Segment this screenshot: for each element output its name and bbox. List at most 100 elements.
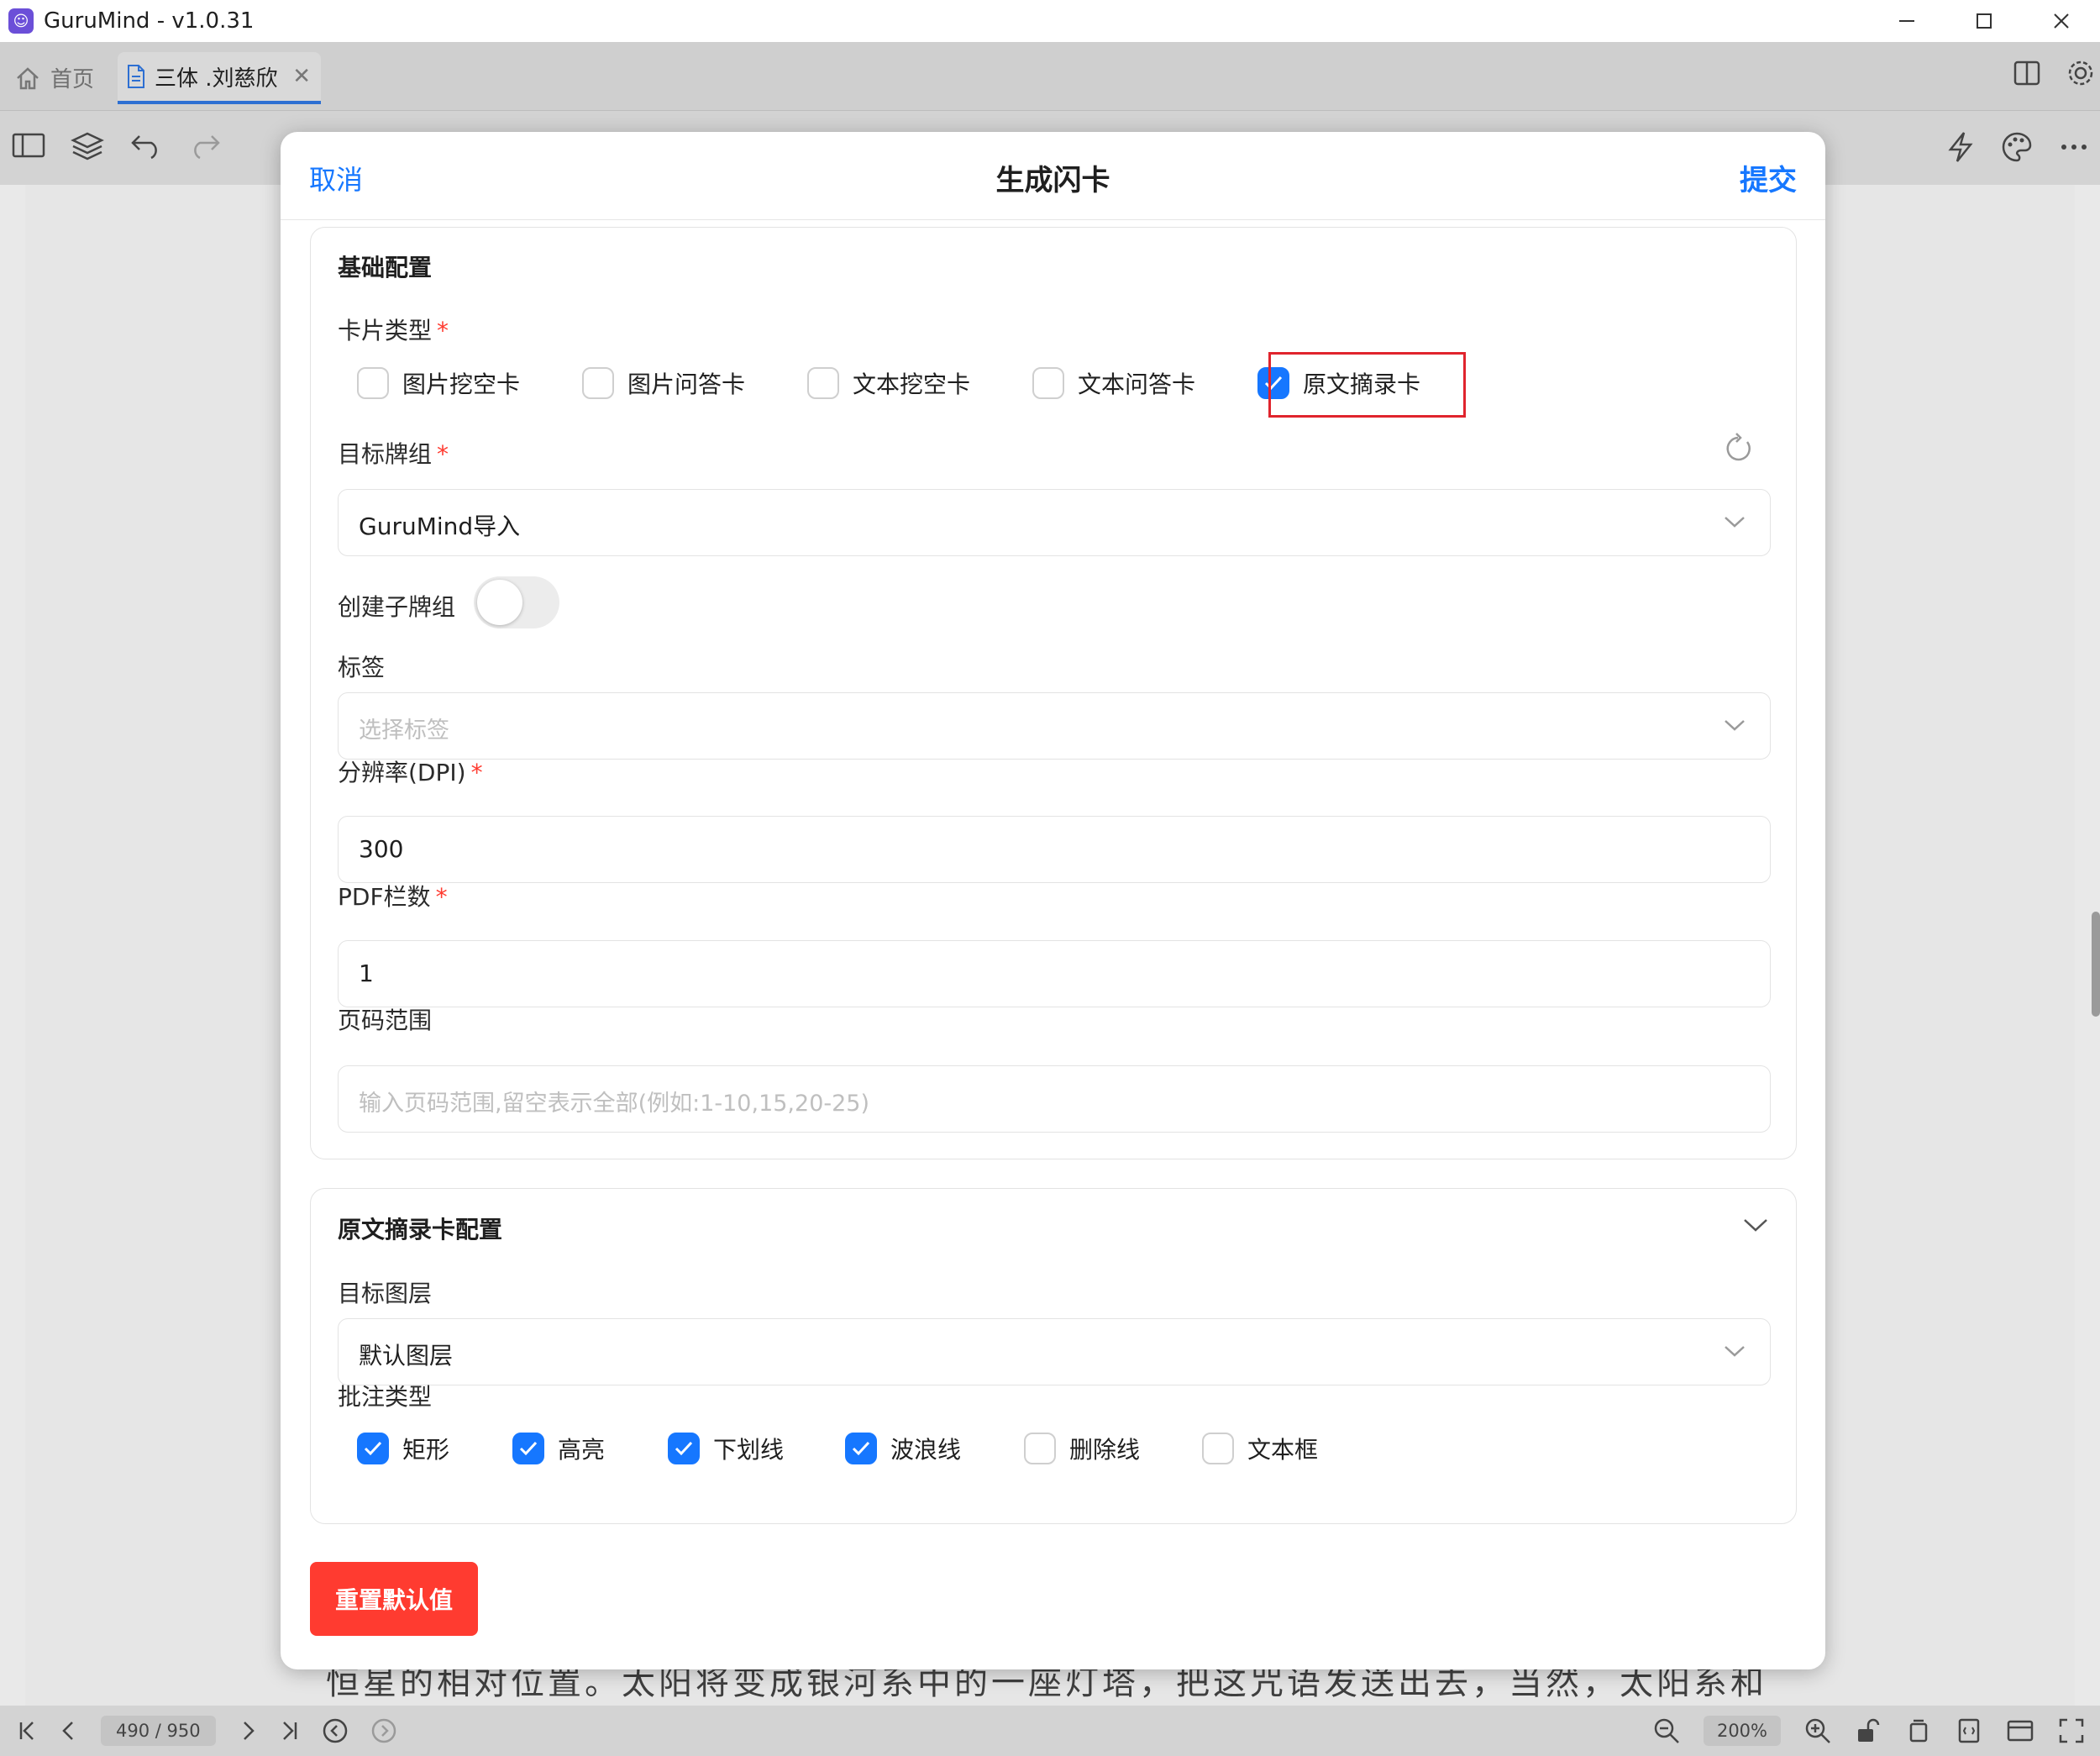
- document-icon: [128, 65, 144, 88]
- annotation-strikethrough[interactable]: 删除线: [1024, 1432, 1202, 1465]
- tags-label: 标签: [338, 654, 386, 681]
- checkbox-label: 文本问答卡: [1078, 371, 1196, 398]
- tab-home-label: 首页: [50, 67, 95, 92]
- annotation-textbox[interactable]: 文本框: [1202, 1432, 1318, 1465]
- chevron-down-icon: [1725, 1346, 1745, 1357]
- sidebar-toggle-icon[interactable]: [12, 131, 45, 160]
- refresh-icon[interactable]: [1722, 432, 1754, 465]
- annotation-rectangle[interactable]: 矩形: [357, 1432, 512, 1465]
- zoom-in-icon[interactable]: [1804, 1717, 1831, 1744]
- checkbox-checked[interactable]: [512, 1433, 544, 1464]
- split-view-icon[interactable]: [2013, 59, 2041, 87]
- tab-home[interactable]: 首页: [15, 62, 94, 93]
- fit-page-icon[interactable]: [1956, 1717, 1982, 1744]
- settings-gear-icon[interactable]: [2066, 59, 2095, 87]
- checkbox-label: 高亮: [558, 1436, 606, 1464]
- scroll-mode-icon[interactable]: [2006, 1717, 2034, 1744]
- dialog-title: 生成闪卡: [995, 164, 1110, 197]
- annotation-type-label: 批注类型: [338, 1383, 433, 1411]
- target-layer-label: 目标图层: [338, 1280, 433, 1307]
- columns-value: 1: [359, 959, 374, 987]
- page-range-input[interactable]: 输入页码范围,留空表示全部(例如:1-10,15,20-25): [338, 1065, 1771, 1133]
- checkbox-label: 矩形: [402, 1436, 450, 1464]
- required-mark: *: [435, 883, 448, 911]
- section-title-basic: 基础配置: [338, 254, 433, 281]
- checkbox[interactable]: [1032, 367, 1064, 399]
- layers-icon[interactable]: [71, 131, 104, 161]
- card-type-image-cloze[interactable]: 图片挖空卡: [357, 366, 582, 400]
- checkbox-checked[interactable]: [845, 1433, 877, 1464]
- checkbox-checked[interactable]: [357, 1433, 389, 1464]
- required-mark: *: [437, 317, 449, 344]
- annotation-type-options: 矩形 高亮 下划线 波浪线 删除线 文本框: [357, 1432, 1318, 1465]
- prev-page-icon[interactable]: [59, 1719, 79, 1743]
- history-forward-icon[interactable]: [370, 1717, 397, 1744]
- columns-input[interactable]: 1: [338, 940, 1771, 1007]
- history-back-icon[interactable]: [322, 1717, 349, 1744]
- zoom-level[interactable]: 200%: [1703, 1716, 1781, 1746]
- target-deck-select[interactable]: GuruMind导入: [338, 489, 1771, 556]
- lock-icon[interactable]: [1855, 1717, 1882, 1744]
- dpi-input[interactable]: 300: [338, 816, 1771, 883]
- submit-button[interactable]: 提交: [1740, 157, 1797, 198]
- page-range-placeholder: 输入页码范围,留空表示全部(例如:1-10,15,20-25): [359, 1091, 870, 1117]
- dialog-header: 取消 生成闪卡 提交: [281, 132, 1825, 220]
- more-icon[interactable]: [2058, 131, 2090, 163]
- card-type-text-qa[interactable]: 文本问答卡: [1032, 366, 1257, 400]
- next-page-icon[interactable]: [238, 1719, 258, 1743]
- last-page-icon[interactable]: [280, 1719, 300, 1743]
- annotation-wavy-line[interactable]: 波浪线: [845, 1432, 1024, 1465]
- checkbox-label: 下划线: [713, 1436, 785, 1464]
- annotation-highlight[interactable]: 高亮: [512, 1432, 668, 1465]
- redo-icon[interactable]: [188, 131, 222, 160]
- create-subdeck-label: 创建子牌组: [338, 593, 456, 621]
- check-icon: [852, 1441, 870, 1456]
- minimize-button[interactable]: [1868, 0, 1945, 42]
- reset-defaults-button[interactable]: 重置默认值: [310, 1562, 478, 1636]
- card-type-options: 图片挖空卡 图片问答卡 文本挖空卡 文本问答卡 原文摘录卡: [357, 366, 1420, 400]
- tab-document-label: 三体 .刘慈欣: [155, 66, 278, 92]
- checkbox[interactable]: [807, 367, 839, 399]
- check-icon: [519, 1441, 538, 1456]
- target-deck-label: 目标牌组 *: [338, 440, 449, 468]
- scrollbar-thumb[interactable]: [2092, 912, 2100, 1017]
- section-title-excerpt: 原文摘录卡配置: [338, 1216, 503, 1243]
- tags-select[interactable]: 选择标签: [338, 692, 1771, 760]
- card-type-text-cloze[interactable]: 文本挖空卡: [807, 366, 1032, 400]
- close-window-button[interactable]: [2023, 0, 2100, 42]
- collapse-chevron-icon[interactable]: [1742, 1216, 1769, 1234]
- status-bar: 490 / 950 200%: [0, 1706, 2100, 1756]
- card-type-image-qa[interactable]: 图片问答卡: [582, 366, 807, 400]
- checkbox[interactable]: [1202, 1433, 1234, 1464]
- lightning-icon[interactable]: [1945, 131, 1976, 163]
- annotation-underline[interactable]: 下划线: [668, 1432, 845, 1465]
- palette-icon[interactable]: [2001, 131, 2033, 163]
- checkbox-checked[interactable]: [668, 1433, 700, 1464]
- excerpt-config-section: 原文摘录卡配置 目标图层 默认图层 批注类型 矩形 高亮 下划线 波浪线 删除线…: [310, 1188, 1797, 1524]
- rotate-page-icon[interactable]: [1905, 1717, 1932, 1744]
- window-titlebar: ☺ GuruMind - v1.0.31: [0, 0, 2100, 42]
- checkbox-label: 删除线: [1069, 1436, 1141, 1464]
- tab-document[interactable]: 三体 .刘慈欣 ✕: [118, 52, 321, 104]
- first-page-icon[interactable]: [17, 1719, 37, 1743]
- target-layer-select[interactable]: 默认图层: [338, 1318, 1771, 1385]
- basic-config-section: 基础配置 卡片类型 * 图片挖空卡 图片问答卡 文本挖空卡 文本问答卡 原文摘录…: [310, 227, 1797, 1159]
- chevron-down-icon: [1725, 720, 1745, 731]
- checkbox[interactable]: [357, 367, 389, 399]
- check-icon: [675, 1441, 693, 1456]
- minimize-icon: [1899, 20, 1914, 22]
- undo-icon[interactable]: [129, 131, 163, 160]
- zoom-out-icon[interactable]: [1653, 1717, 1680, 1744]
- checkbox-label: 图片挖空卡: [402, 371, 521, 398]
- page-indicator[interactable]: 490 / 950: [101, 1716, 216, 1746]
- required-mark: *: [437, 440, 449, 468]
- checkbox[interactable]: [1024, 1433, 1056, 1464]
- home-icon: [17, 66, 39, 89]
- maximize-button[interactable]: [1945, 0, 2023, 42]
- create-subdeck-toggle[interactable]: [474, 576, 559, 628]
- columns-label: PDF栏数 *: [338, 883, 448, 911]
- fullscreen-icon[interactable]: [2058, 1717, 2085, 1744]
- toggle-knob: [477, 580, 522, 625]
- checkbox[interactable]: [582, 367, 614, 399]
- tab-close-icon[interactable]: ✕: [292, 64, 311, 89]
